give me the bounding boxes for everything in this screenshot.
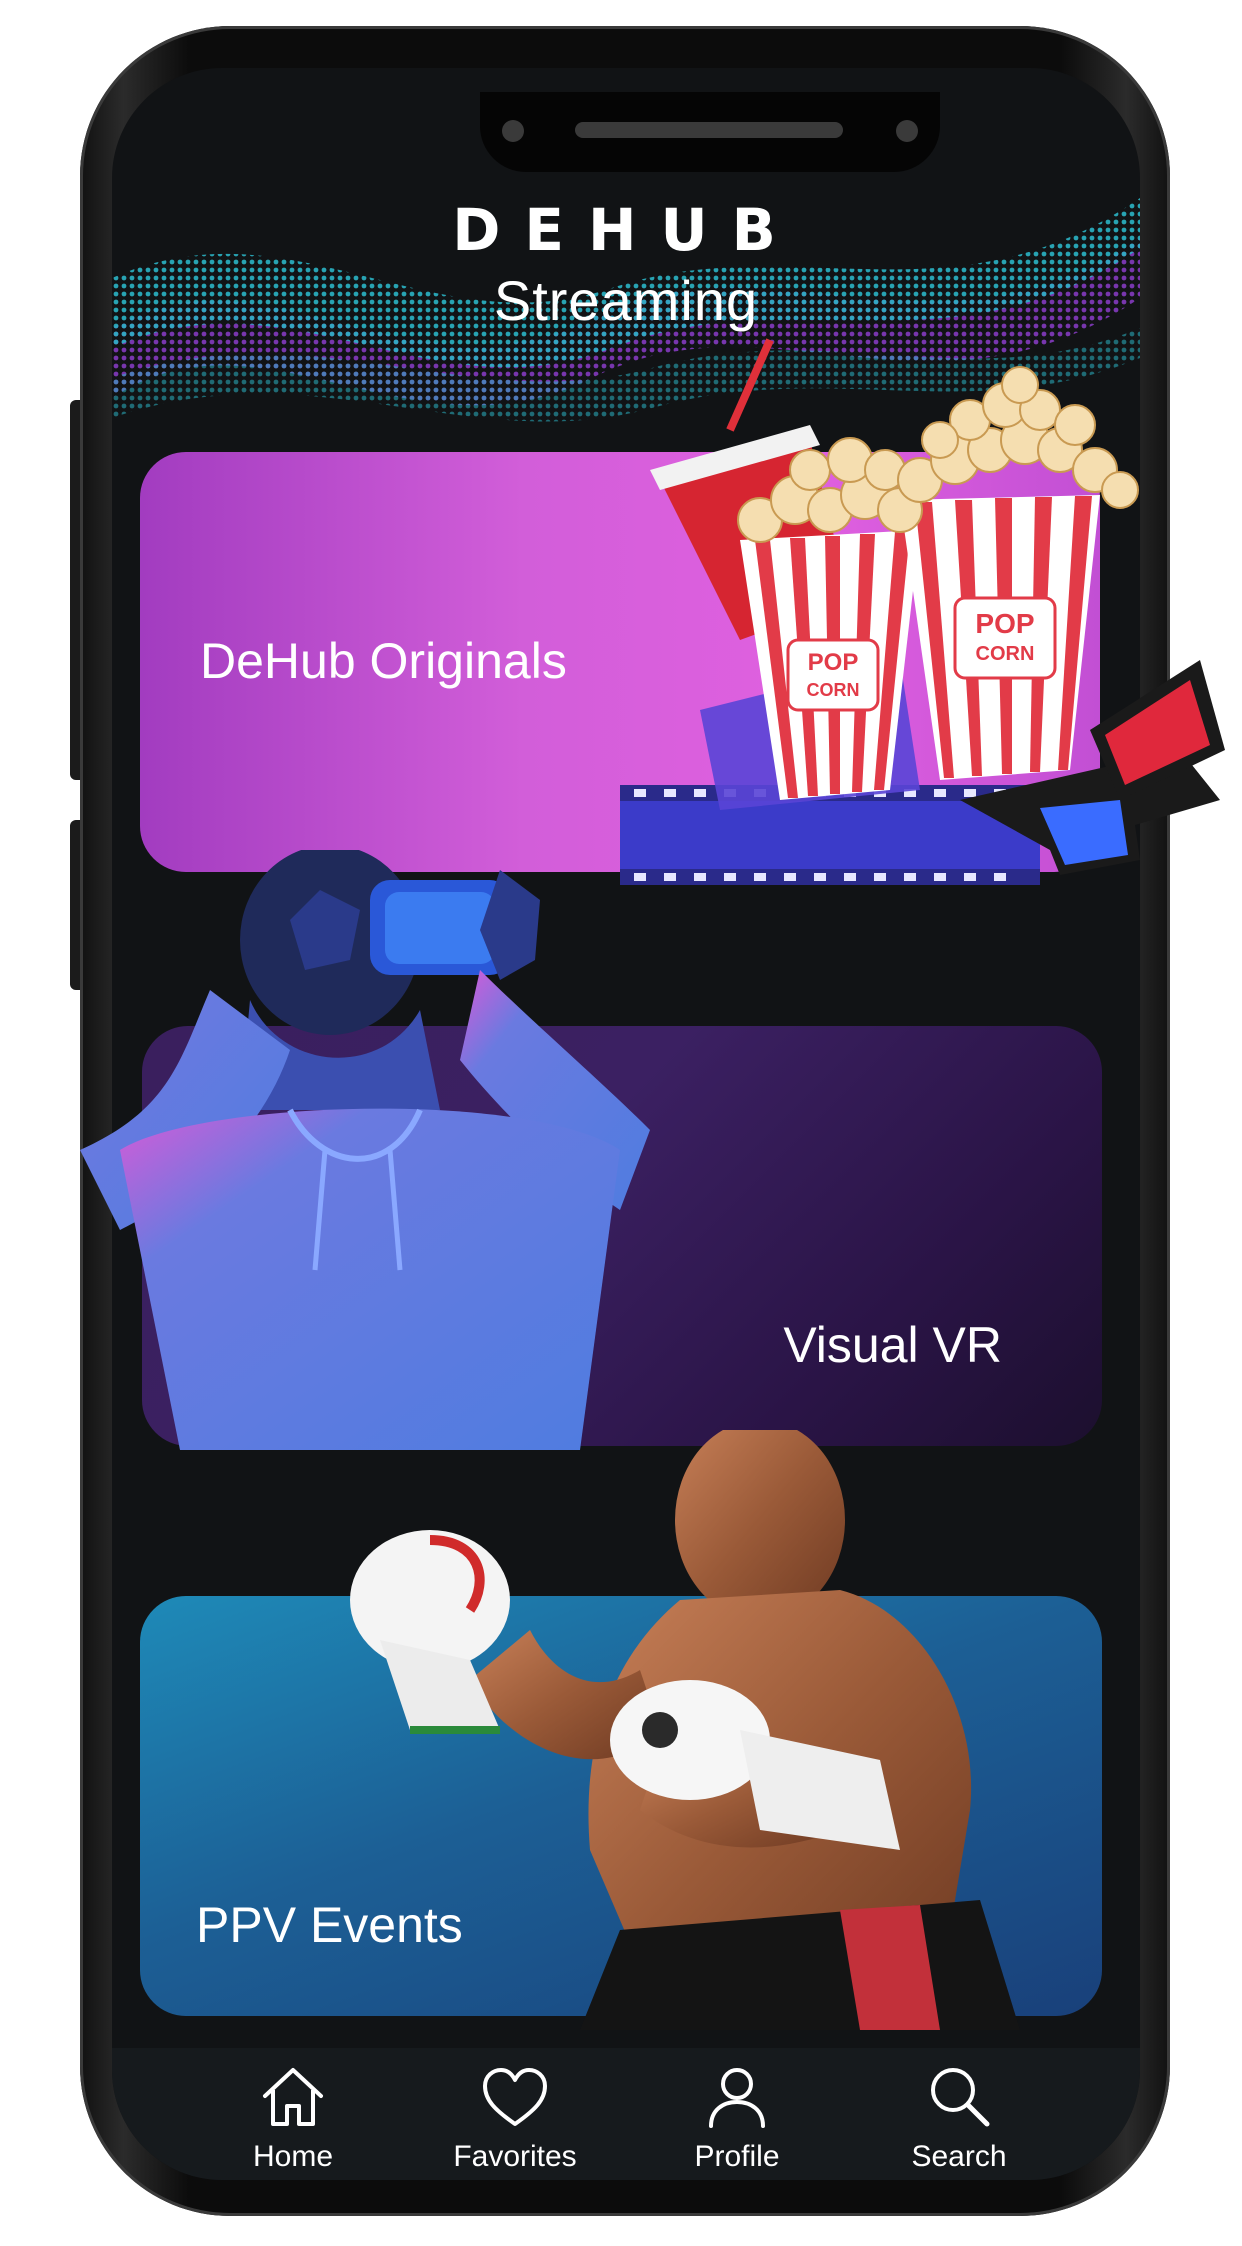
nav-search-label: Search — [911, 2140, 1007, 2173]
vr-person-illustration — [80, 850, 650, 1450]
visual-vr-label: Visual VR — [783, 1317, 1002, 1373]
svg-text:POP: POP — [808, 649, 859, 676]
svg-text:CORN: CORN — [807, 680, 860, 700]
earpiece-speaker — [575, 122, 843, 138]
sensor-dot — [896, 120, 918, 142]
app-logo: DEHUB — [452, 196, 800, 264]
home-icon — [263, 2068, 323, 2126]
nav-home-label: Home — [252, 2140, 334, 2173]
heart-icon — [483, 2068, 547, 2126]
phone-notch — [480, 92, 940, 172]
nav-home[interactable]: Home — [213, 2048, 373, 2180]
bottom-navigation: Home Favorites Profile Search — [112, 2048, 1140, 2180]
search-icon — [931, 2068, 990, 2127]
nav-profile-label: Profile — [694, 2140, 780, 2173]
user-icon — [709, 2068, 765, 2128]
dehub-originals-label: DeHub Originals — [200, 633, 567, 689]
svg-text:CORN: CORN — [976, 643, 1035, 665]
popcorn-illustration: POP CORN POP CORN — [620, 338, 1225, 885]
boxer-illustration — [350, 1430, 1020, 2030]
nav-favorites-label: Favorites — [453, 2140, 577, 2173]
nav-favorites[interactable]: Favorites — [435, 2048, 595, 2180]
app-subtitle: Streaming — [493, 269, 759, 332]
nav-profile[interactable]: Profile — [657, 2048, 817, 2180]
svg-text:POP: POP — [975, 608, 1034, 639]
camera-dot — [502, 120, 524, 142]
nav-search[interactable]: Search — [879, 2048, 1039, 2180]
